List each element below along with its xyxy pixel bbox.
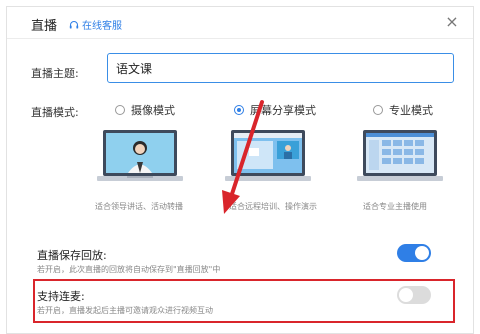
- professional-mode-preview-image[interactable]: [357, 128, 443, 186]
- mode-option-professional[interactable]: 专业模式: [373, 102, 433, 118]
- mode-label: 直播模式:: [31, 106, 79, 119]
- topic-input[interactable]: [107, 53, 454, 83]
- mode-option-screen-share[interactable]: 屏幕分享模式: [234, 102, 316, 118]
- toggle-knob: [415, 246, 429, 260]
- live-settings-dialog: 直播 在线客服 × 直播主题: 直播模式: 摄像模式 屏幕分享模式 专业模式: [6, 6, 474, 334]
- co-host-title: 支持连麦:: [37, 290, 85, 303]
- camera-mode-preview-image[interactable]: [97, 128, 183, 186]
- screen-share-mode-preview-image[interactable]: [225, 128, 311, 186]
- toggle-knob: [399, 288, 413, 302]
- mode-option-camera[interactable]: 摄像模式: [115, 102, 175, 118]
- mode-option-label: 专业模式: [389, 104, 433, 117]
- radio-unchecked-icon: [115, 105, 125, 115]
- save-replay-title: 直播保存回放:: [37, 249, 107, 262]
- dialog-title: 直播: [31, 19, 58, 34]
- online-service-label: 在线客服: [82, 21, 122, 32]
- save-replay-description: 若开启，此次直播的回放将自动保存到"直播回放"中: [37, 265, 221, 274]
- co-host-highlight-box: [33, 279, 455, 323]
- mode-option-label: 摄像模式: [131, 104, 175, 117]
- save-replay-toggle[interactable]: [397, 244, 431, 262]
- online-service-link[interactable]: 在线客服: [69, 17, 122, 32]
- headset-icon: [69, 20, 79, 28]
- mode-caption: 适合远程培训、操作演示: [229, 202, 317, 211]
- close-icon[interactable]: ×: [443, 13, 461, 31]
- radio-checked-icon: [234, 105, 244, 115]
- mode-option-label: 屏幕分享模式: [250, 104, 316, 117]
- mode-caption: 适合专业主播使用: [363, 202, 427, 211]
- radio-unchecked-icon: [373, 105, 383, 115]
- co-host-toggle[interactable]: [397, 286, 431, 304]
- dialog-header: 直播 在线客服 ×: [7, 7, 473, 39]
- co-host-description: 若开启，直播发起后主播可邀请观众进行视频互动: [37, 306, 213, 315]
- topic-label: 直播主题:: [31, 67, 79, 80]
- mode-caption: 适合领导讲话、活动转播: [95, 202, 183, 211]
